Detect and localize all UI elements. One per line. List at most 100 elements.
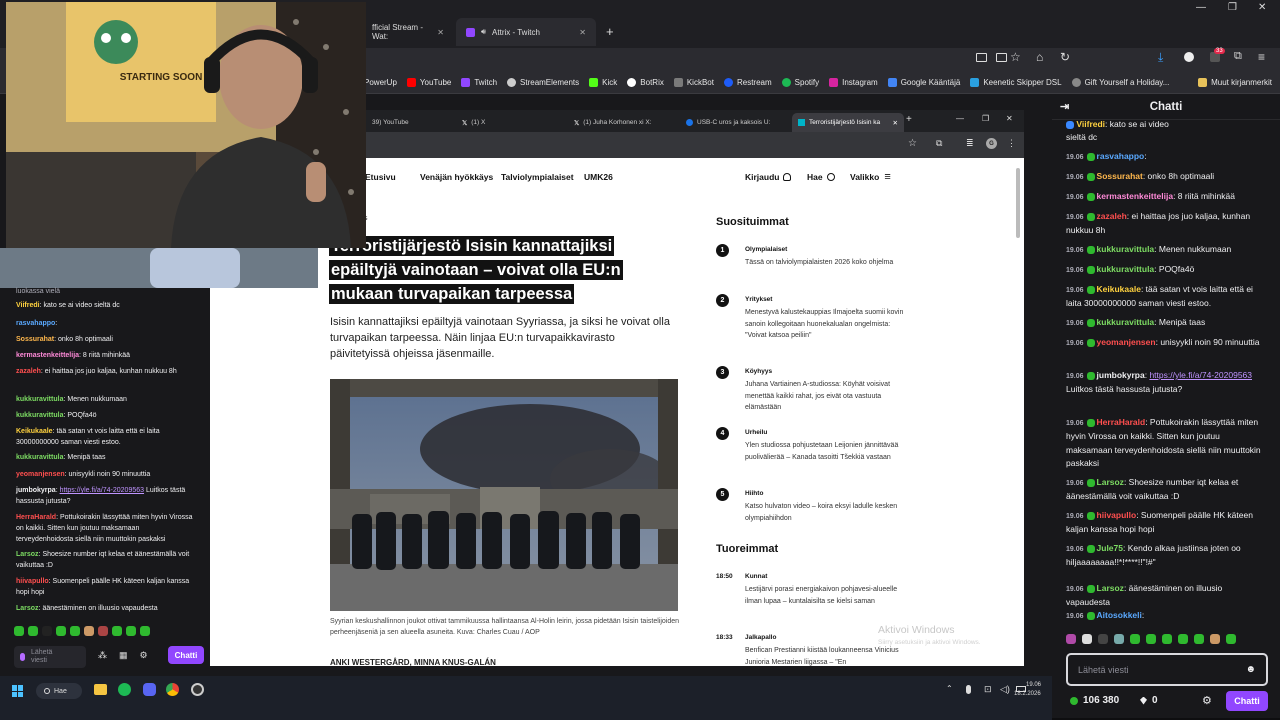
chat-username[interactable]: Viifredi xyxy=(1076,119,1105,129)
bookmark-google-translate[interactable]: Google Kääntäjä xyxy=(887,78,960,87)
channel-points[interactable]: 106 380 xyxy=(1070,695,1119,706)
window-close-button[interactable]: ✕ xyxy=(1258,2,1266,13)
extensions-icon[interactable]: ⧉ xyxy=(936,138,942,149)
chat-username[interactable]: kermastenkeittelija xyxy=(1097,191,1174,201)
bits-balance[interactable]: 0 xyxy=(1140,695,1158,706)
file-explorer-icon[interactable] xyxy=(94,684,107,695)
extensions-puzzle-icon[interactable]: ⧉ xyxy=(1234,50,1242,63)
bookmark-keenetic[interactable]: Keenetic Skipper DSL xyxy=(970,78,1062,87)
emote-icon[interactable] xyxy=(28,626,38,636)
window-close-button[interactable]: ✕ xyxy=(1006,114,1013,123)
menu-icon[interactable]: ≡ xyxy=(1258,50,1265,64)
chat-username[interactable]: kukkuravittula xyxy=(1097,244,1155,254)
nav-venajan-hyokkays[interactable]: Venäjän hyökkäys xyxy=(420,172,493,182)
bookmark-twitch[interactable]: Twitch xyxy=(461,78,497,87)
emote-icon[interactable] xyxy=(70,626,80,636)
tray-chevron-icon[interactable]: ⌃ xyxy=(946,684,953,693)
reload-icon[interactable]: ↻ xyxy=(1060,50,1070,64)
chat-username[interactable]: HerraHarald xyxy=(16,514,56,521)
page-scrollbar[interactable] xyxy=(1016,168,1020,238)
emote-icon[interactable] xyxy=(140,626,150,636)
vpn-icon[interactable] xyxy=(1184,52,1194,62)
emote-icon[interactable] xyxy=(1226,634,1236,644)
chat-send-button[interactable]: Chatti xyxy=(1226,691,1268,711)
volume-icon[interactable]: ◁) xyxy=(1000,684,1010,695)
bookmark-botrix[interactable]: BotRix xyxy=(627,78,664,87)
minimize-button[interactable]: — xyxy=(956,114,964,123)
chat-username[interactable]: zazaleh xyxy=(1097,211,1127,221)
chat-link[interactable]: https://yle.fi/a/74-20209563 xyxy=(60,487,144,494)
emote-icon[interactable] xyxy=(1194,634,1204,644)
media-icon[interactable]: ≣ xyxy=(966,138,974,149)
chat-username[interactable]: kukkuravittula xyxy=(1097,264,1155,274)
emote-icon[interactable] xyxy=(1146,634,1156,644)
chat-username[interactable]: zazaleh xyxy=(16,368,41,375)
chat-username[interactable]: Sossurahat xyxy=(16,336,54,343)
home-icon[interactable]: ⌂ xyxy=(1036,50,1043,64)
taskbar-date[interactable]: 18.2.2026 xyxy=(1014,691,1041,697)
chat-username[interactable]: kukkuravittula xyxy=(16,412,63,419)
chat-username[interactable]: kukkuravittula xyxy=(16,396,63,403)
menu-button[interactable]: Valikko ≡ xyxy=(850,172,891,183)
bits-icon[interactable]: ⁂ xyxy=(98,650,107,661)
bookmark-folder[interactable]: Muut kirjanmerkit xyxy=(1198,78,1272,87)
emote-icon[interactable] xyxy=(112,626,122,636)
mic-icon[interactable] xyxy=(20,653,25,661)
bookmark-youtube[interactable]: YouTube xyxy=(406,78,451,87)
chat-username[interactable]: hiivapullo xyxy=(1097,510,1137,520)
popular-item[interactable]: 5 Hiihto Katso hulvaton video – koira ek… xyxy=(716,488,916,528)
download-icon[interactable]: ⤓ xyxy=(1158,50,1163,65)
emote-icon[interactable] xyxy=(98,626,108,636)
article-photo[interactable] xyxy=(330,379,678,611)
restore-button[interactable]: ❐ xyxy=(1228,2,1237,13)
chat-username[interactable]: Keikukaale xyxy=(1097,284,1141,294)
inner-tab-usb[interactable]: USB-C uros ja kaksois U: xyxy=(680,113,792,132)
inner-tab-x-profile[interactable]: 𝕏 (1) Juha Korhonen xi X: xyxy=(568,113,680,132)
chat-username[interactable]: Aitosokkeli xyxy=(1097,610,1142,620)
emote-icon[interactable] xyxy=(1178,634,1188,644)
popular-item[interactable]: 1 Olympialaiset Tässä on talviolympialai… xyxy=(716,244,916,294)
star-icon[interactable]: ☆ xyxy=(908,138,917,149)
emote-icon[interactable] xyxy=(14,626,24,636)
chat-username[interactable]: kukkuravittula xyxy=(16,454,63,461)
bookmark-powerup[interactable]: PowerUp xyxy=(364,78,397,87)
emote-icon[interactable] xyxy=(1130,634,1140,644)
chat-username[interactable]: Keikukaale xyxy=(16,428,53,435)
bookmark-spotify[interactable]: Spotify xyxy=(781,78,819,87)
inner-tab-yle[interactable]: Terroristijärjestö Isisin ka ✕ xyxy=(792,113,904,132)
chat-username[interactable]: Sossurahat xyxy=(1097,171,1143,181)
chat-username[interactable]: kukkuravittula xyxy=(1097,317,1155,327)
nav-umk26[interactable]: UMK26 xyxy=(584,172,613,182)
discord-icon[interactable] xyxy=(143,683,156,696)
emote-icon[interactable] xyxy=(1082,634,1092,644)
more-icon[interactable]: ⋮ xyxy=(1007,138,1016,149)
emote-icon[interactable] xyxy=(1162,634,1172,644)
outer-tab-stream[interactable]: fficial Stream - Wat: ✕ xyxy=(362,18,454,46)
chat-username[interactable]: Larsoz xyxy=(1097,477,1124,487)
emote-icon[interactable] xyxy=(1066,634,1076,644)
chat-username[interactable]: Jule75 xyxy=(1097,543,1123,553)
popular-item[interactable]: 2 Yritykset Menestyvä kalustekauppias Il… xyxy=(716,294,916,354)
chat-username[interactable]: yeomanjensen xyxy=(1097,337,1156,347)
chat-username[interactable]: rasvahappo xyxy=(16,320,55,327)
chrome-icon[interactable] xyxy=(166,683,179,696)
emote-icon[interactable] xyxy=(84,626,94,636)
chat-username[interactable]: HerraHarald xyxy=(1097,417,1146,427)
calendar-icon[interactable]: ▦ xyxy=(119,650,128,661)
network-icon[interactable]: ⊡ xyxy=(984,684,992,695)
chat-input[interactable]: Lähetä viesti ☻ xyxy=(1066,653,1268,686)
taskbar-time[interactable]: 19.06 xyxy=(1026,682,1041,688)
pip-icon[interactable] xyxy=(976,53,987,62)
gear-icon[interactable]: ⚙ xyxy=(140,650,148,661)
chat-username[interactable]: jumbokyrpa xyxy=(1097,370,1145,380)
login-button[interactable]: Kirjaudu xyxy=(745,172,792,182)
emote-icon[interactable] xyxy=(126,626,136,636)
bookmark-kickbot[interactable]: KickBot xyxy=(673,78,714,87)
spotify-icon[interactable] xyxy=(118,683,131,696)
outer-tab-twitch[interactable]: 🔊︎ Attrix - Twitch ✕ xyxy=(456,18,596,46)
chat-link[interactable]: https://yle.fi/a/74-20209563 xyxy=(1149,370,1252,380)
chat-username[interactable]: Viifredi xyxy=(16,302,40,309)
bookmark-instagram[interactable]: Instagram xyxy=(829,78,878,87)
bookmark-gift[interactable]: Gift Yourself a Holiday... xyxy=(1071,78,1169,87)
left-chat-send-button[interactable]: Chatti xyxy=(168,646,204,664)
